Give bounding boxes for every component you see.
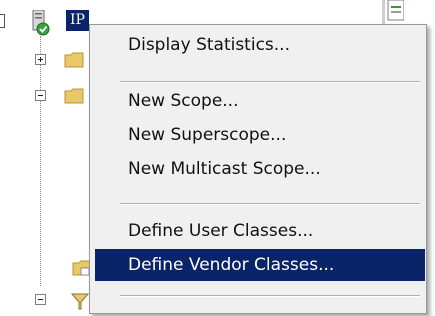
- menu-item-define-vendor-classes[interactable]: Define Vendor Classes...: [95, 249, 425, 281]
- menu-separator: [120, 295, 420, 297]
- collapse-button[interactable]: [35, 294, 46, 305]
- filter-icon[interactable]: [70, 292, 90, 312]
- dhcp-server-icon[interactable]: [32, 9, 50, 36]
- menu-separator: [120, 81, 420, 83]
- menu-item-display-statistics[interactable]: Display Statistics...: [95, 29, 425, 61]
- menu-item-new-scope[interactable]: New Scope...: [95, 85, 425, 117]
- server-node-label[interactable]: IP: [66, 10, 89, 31]
- folder-icon[interactable]: [64, 86, 84, 106]
- tree-line-stub: [0, 14, 5, 28]
- menu-item-new-multicast-scope[interactable]: New Multicast Scope...: [95, 153, 425, 185]
- folder-icon[interactable]: [64, 50, 84, 70]
- menu-item-define-user-classes[interactable]: Define User Classes...: [95, 215, 425, 247]
- menu-separator: [120, 203, 420, 205]
- context-menu[interactable]: Display Statistics... New Scope... New S…: [89, 24, 427, 314]
- collapse-button[interactable]: [35, 90, 46, 101]
- tree-connector: [40, 36, 41, 286]
- menu-item-new-superscope[interactable]: New Superscope...: [95, 119, 425, 151]
- expand-button[interactable]: [35, 54, 46, 65]
